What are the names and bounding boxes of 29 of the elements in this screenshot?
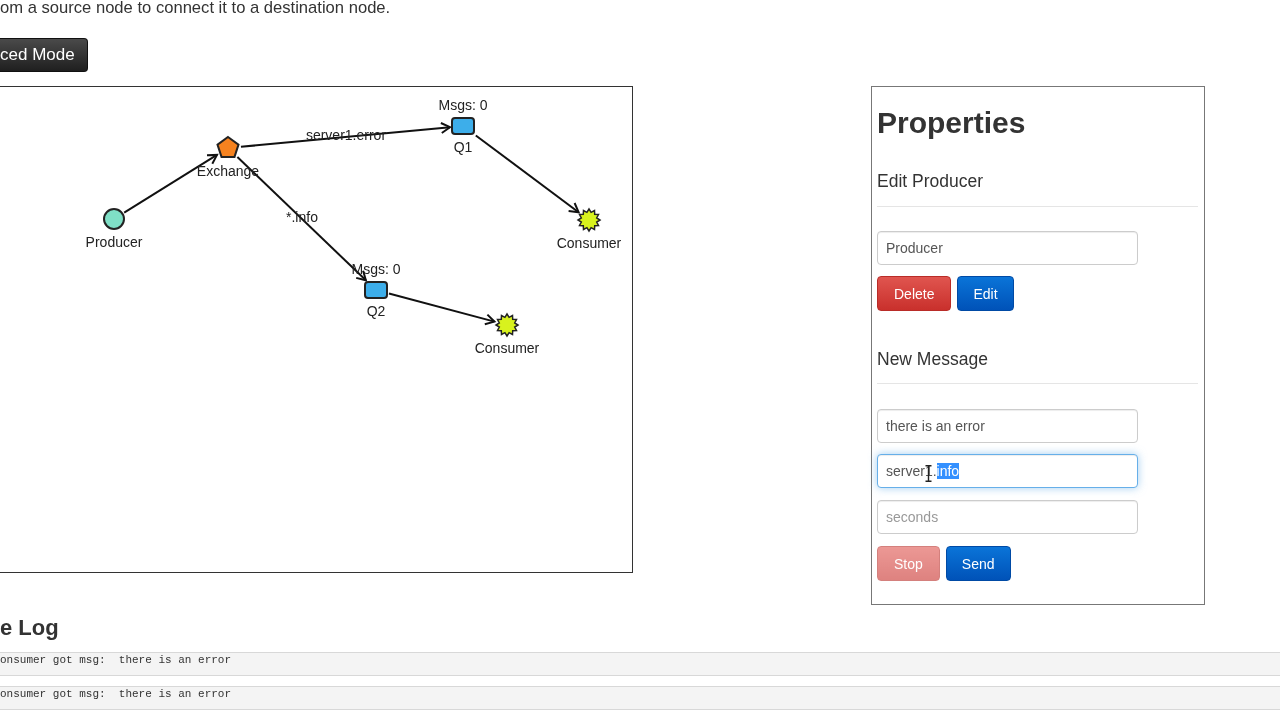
producer-node[interactable] <box>103 208 125 230</box>
queue-node[interactable] <box>364 281 388 299</box>
node-label: Producer <box>85 233 143 250</box>
edge-arrow[interactable] <box>474 134 581 214</box>
input-field[interactable]: there is an error <box>877 409 1138 443</box>
node-label: Q2 <box>366 302 386 319</box>
node-label: Consumer <box>474 339 540 356</box>
section-heading: New Message <box>877 349 988 369</box>
panel-title: Properties <box>877 106 1026 140</box>
log-entry: onsumer got msg: there is an error <box>0 686 1280 710</box>
edit-button[interactable]: Edit <box>957 276 1014 311</box>
log-heading: e Log <box>0 616 59 640</box>
consumer-node[interactable] <box>576 207 602 233</box>
node-label: Q1 <box>453 138 473 155</box>
edge-arrow[interactable] <box>387 292 497 326</box>
queue-node[interactable] <box>451 117 475 135</box>
delete-button[interactable]: Delete <box>877 276 952 311</box>
section-heading: Edit Producer <box>877 171 984 191</box>
instruction-text: om a source node to connect it to a destination node. <box>0 0 391 16</box>
input-field[interactable]: Producer <box>877 231 1138 265</box>
send-button[interactable]: Send <box>945 546 1011 581</box>
log-entry: onsumer got msg: there is an error <box>0 652 1280 676</box>
exchange-node[interactable] <box>216 135 240 158</box>
mode-button[interactable]: ced Mode <box>0 38 88 72</box>
message-count-label: Msgs: 0 <box>351 260 401 277</box>
node-label: Consumer <box>556 234 622 251</box>
consumer-node[interactable] <box>494 312 520 338</box>
message-count-label: Msgs: 0 <box>438 96 488 113</box>
input-field[interactable]: seconds <box>877 500 1138 534</box>
